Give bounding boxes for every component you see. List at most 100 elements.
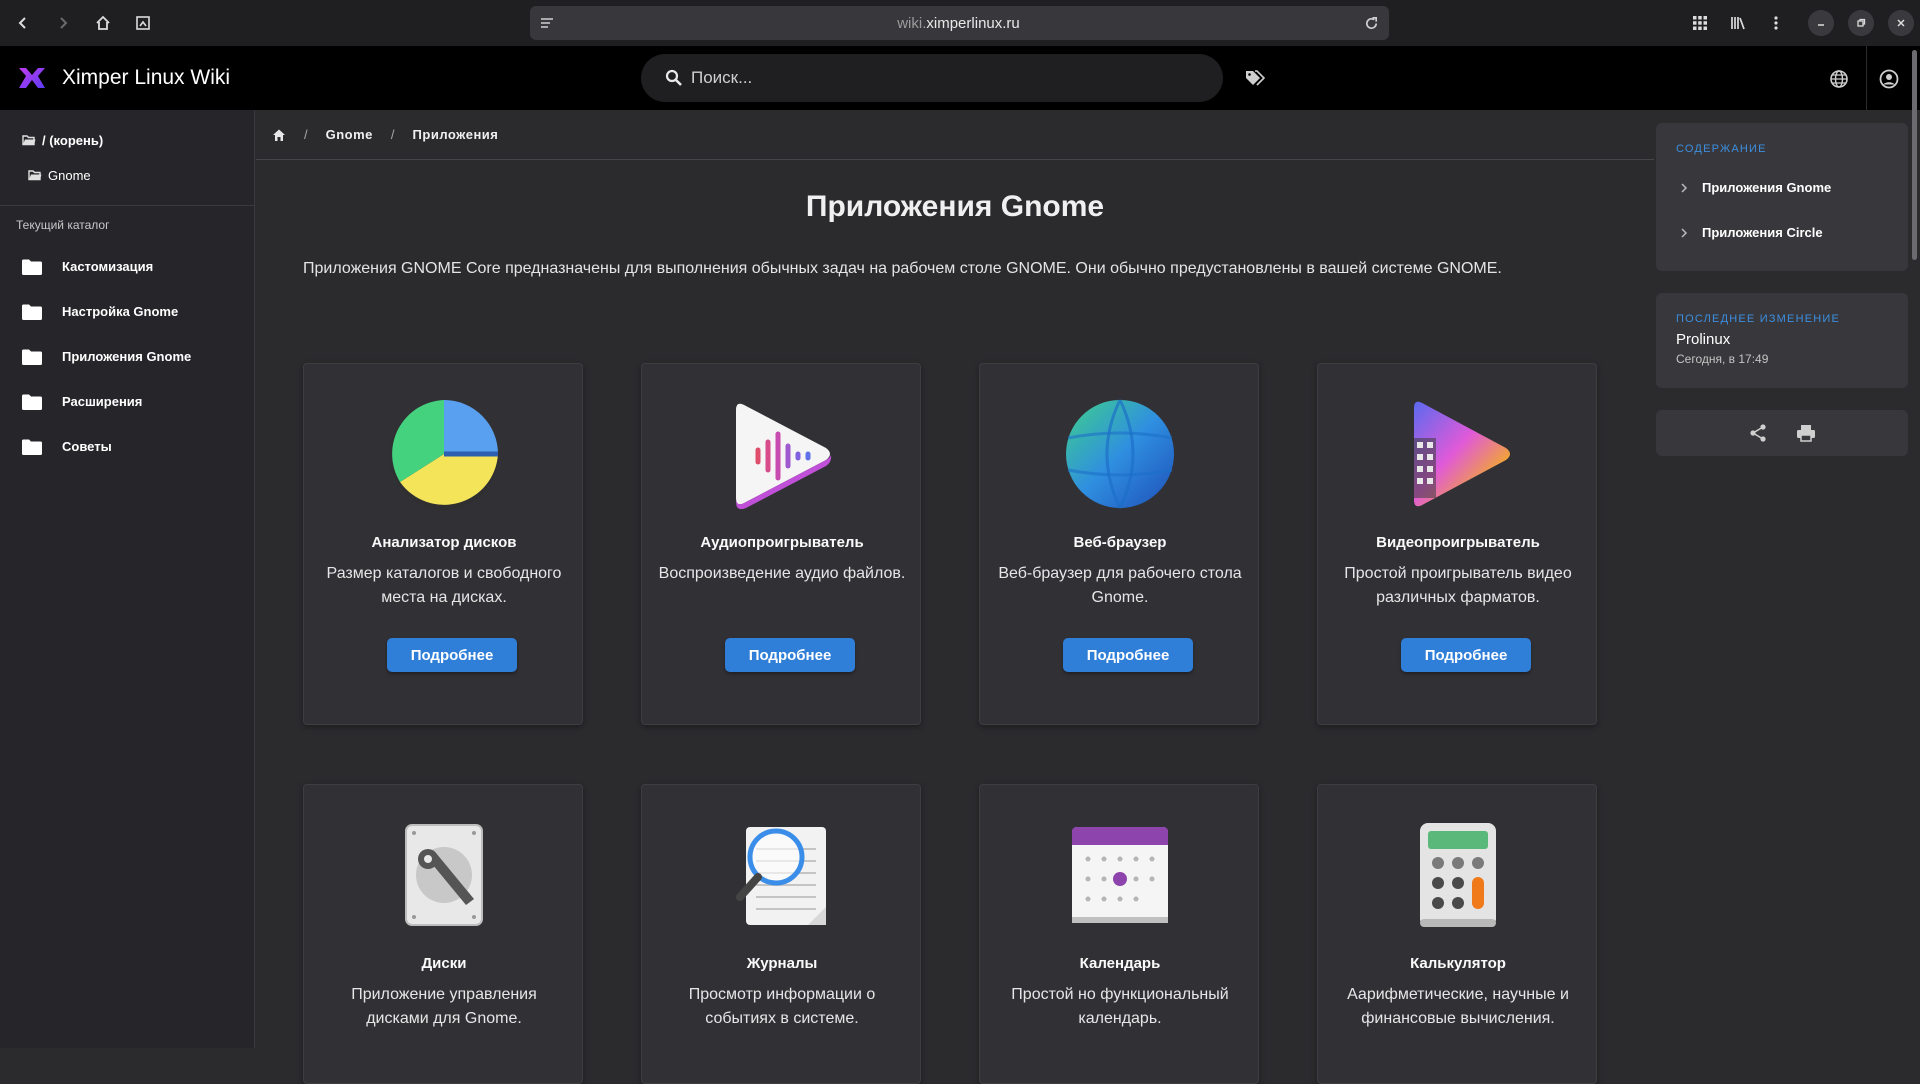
last-change-author[interactable]: Prolinux [1656,331,1908,348]
menu-button[interactable] [1760,7,1792,39]
logs-icon [736,827,826,925]
minimize-button[interactable] [1808,10,1834,36]
restore-button[interactable] [1848,10,1874,36]
app-card-title: Журналы [746,955,818,972]
app-card: Аудиопроигрыватель Воспроизведение аудио… [641,363,921,725]
library-button[interactable] [1722,7,1754,39]
grid-icon [1693,16,1707,30]
sidebar-item-gnome-settings[interactable]: Настройка Gnome [0,289,254,334]
breadcrumb-separator: / [304,127,308,142]
disks-icon [405,824,483,926]
web-browser-icon [1066,399,1174,509]
tree-item-root[interactable]: / (корень) [0,126,254,154]
screenshot-button[interactable] [125,5,161,41]
sidebar-item-customization[interactable]: Кастомизация [0,244,254,289]
site-title[interactable]: Ximper Linux Wiki [62,66,230,90]
app-card: Видеопроигрыватель Простой проигрыватель… [1317,363,1597,725]
forward-button[interactable] [45,5,81,41]
kebab-menu-icon [1774,16,1778,30]
tree-item-label: / (корень) [42,132,104,148]
app-card-title: Калькулятор [1410,955,1506,972]
folder-icon [22,304,42,320]
table-of-contents: СОДЕРЖАНИЕ Приложения Gnome Приложения C… [1656,123,1908,271]
account-button[interactable] [1872,62,1906,96]
reload-icon[interactable] [1353,16,1389,31]
app-card-description: Веб-браузер для рабочего стола Gnome. [998,565,1242,606]
ximper-logo[interactable] [16,62,48,94]
toc-item-label: Приложения Gnome [1702,180,1832,195]
app-card-description: Приложение управления дисками для Gnome. [351,986,537,1027]
video-player-icon [1414,401,1510,507]
restore-icon [1857,18,1866,27]
folder-icon [22,259,42,275]
header-divider [1866,46,1867,110]
toc-label: СОДЕРЖАНИЕ [1676,143,1767,155]
home-button[interactable] [85,5,121,41]
breadcrumb-home[interactable] [272,128,286,142]
apps-grid-button[interactable] [1684,7,1716,39]
url-bar[interactable]: wiki.ximperlinux.ru [530,6,1389,40]
chevron-left-icon [18,17,26,29]
app-card: Диски Приложение управления дисками для … [303,784,583,1084]
last-change-label: ПОСЛЕДНЕЕ ИЗМЕНЕНИЕ [1676,313,1841,325]
sidebar-item-gnome-apps[interactable]: Приложения Gnome [0,334,254,379]
share-button[interactable] [1746,421,1770,445]
last-change-panel: ПОСЛЕДНЕЕ ИЗМЕНЕНИЕ Prolinux Сегодня, в … [1656,293,1908,388]
more-button[interactable]: Подробнее [1401,638,1531,672]
minimize-icon [1818,24,1824,26]
folder-open-icon [28,170,42,181]
language-button[interactable] [1822,62,1856,96]
app-card-description: Размер каталогов и свободного места на д… [326,565,562,606]
toc-item-label: Приложения Circle [1702,225,1823,240]
app-card-title: Диски [421,955,467,972]
app-card-title: Анализатор дисков [371,534,517,551]
page-actions [1656,410,1908,456]
sidebar-item-label: Расширения [62,394,143,409]
chevron-right-icon [1681,182,1688,193]
app-card: Анализатор дисков Размер каталогов и сво… [303,363,583,725]
audio-player-icon [736,403,832,510]
search-input[interactable] [691,68,1171,88]
sidebar-item-tips[interactable]: Советы [0,424,254,469]
tree-item-gnome[interactable]: Gnome [0,161,254,189]
app-card-title: Видеопроигрыватель [1376,534,1540,551]
chevron-right-icon [60,17,68,29]
app-card: Калькулятор Аарифметические, научные и ф… [1317,784,1597,1084]
screenshot-icon [136,16,150,30]
sidebar-item-extensions[interactable]: Расширения [0,379,254,424]
home-icon [273,129,285,141]
more-button[interactable]: Подробнее [1063,638,1193,672]
app-card: Календарь Простой но функциональный кале… [979,784,1259,1084]
toc-item-gnome-apps[interactable]: Приложения Gnome [1656,165,1908,210]
toc-item-circle-apps[interactable]: Приложения Circle [1656,210,1908,255]
reader-view-icon[interactable] [530,16,564,30]
app-card-description: Аарифметические, научные и финансовые вы… [1347,986,1569,1027]
site-header: Ximper Linux Wiki [0,46,1920,110]
print-button[interactable] [1794,421,1818,445]
search-box[interactable] [641,54,1223,102]
page-scrollbar[interactable] [1912,50,1917,260]
breadcrumb-item-gnome[interactable]: Gnome [326,127,373,142]
library-icon [1731,17,1745,30]
globe-icon [1830,70,1848,88]
calendar-icon [1072,827,1168,923]
more-button[interactable]: Подробнее [725,638,855,672]
tags-button[interactable] [1240,62,1272,94]
breadcrumb-item-apps[interactable]: Приложения [413,127,499,142]
app-card-description: Простой но функциональный календарь. [1011,986,1229,1027]
sidebar-item-label: Приложения Gnome [62,349,192,364]
breadcrumb-separator: / [390,127,395,142]
close-button[interactable] [1888,10,1914,36]
back-button[interactable] [5,5,41,41]
sidebar-item-label: Советы [62,439,112,454]
print-icon [1797,425,1815,442]
calculator-icon [1420,823,1496,927]
search-icon [665,69,682,86]
more-button[interactable]: Подробнее [387,638,517,672]
page-title: Приложения Gnome [805,190,1105,223]
app-card-title: Календарь [1079,955,1161,972]
close-icon [1897,19,1905,27]
sidebar-item-label: Кастомизация [62,259,154,274]
tree-item-label: Gnome [48,167,91,183]
folder-icon [22,394,42,410]
